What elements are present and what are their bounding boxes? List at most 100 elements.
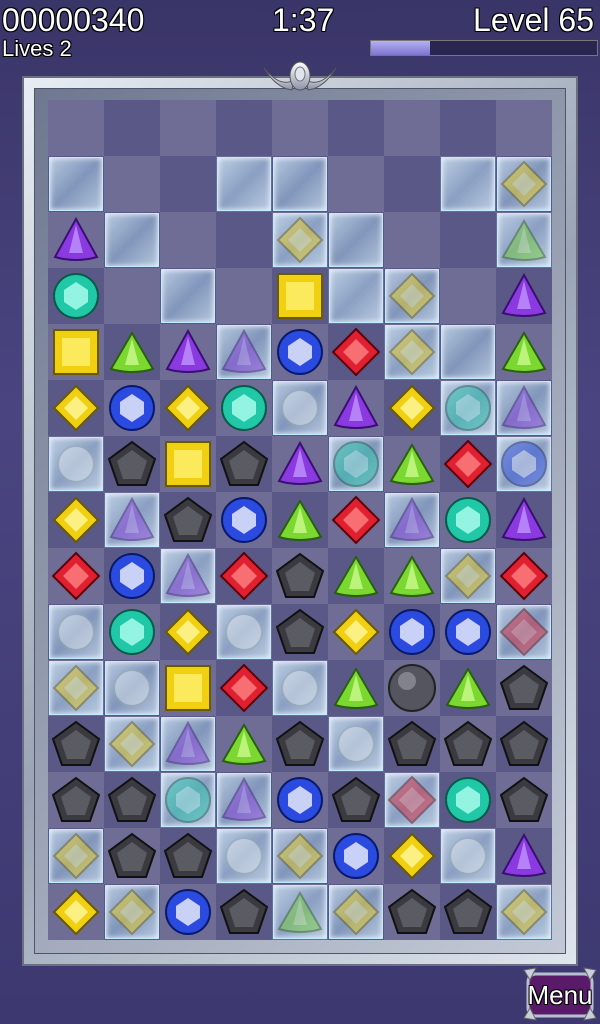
board-cell[interactable]	[216, 884, 272, 940]
board-cell[interactable]	[160, 156, 216, 212]
board-cell[interactable]	[216, 716, 272, 772]
board-cell[interactable]	[160, 268, 216, 324]
board-cell[interactable]	[48, 548, 104, 604]
board-cell[interactable]	[496, 156, 552, 212]
board-cell[interactable]	[216, 156, 272, 212]
board-cell[interactable]	[384, 268, 440, 324]
board-cell[interactable]	[328, 324, 384, 380]
board-cell[interactable]	[48, 828, 104, 884]
board-cell[interactable]	[272, 156, 328, 212]
board-cell[interactable]	[440, 324, 496, 380]
board-cell[interactable]	[104, 156, 160, 212]
menu-button[interactable]: Menu	[522, 966, 598, 1022]
board-cell[interactable]	[384, 772, 440, 828]
board-cell[interactable]	[328, 436, 384, 492]
board-cell[interactable]	[48, 884, 104, 940]
board-cell[interactable]	[328, 772, 384, 828]
board-cell[interactable]	[272, 492, 328, 548]
board-cell[interactable]	[328, 212, 384, 268]
board-cell[interactable]	[496, 380, 552, 436]
board-cell[interactable]	[440, 268, 496, 324]
board-cell[interactable]	[328, 884, 384, 940]
board-cell[interactable]	[104, 548, 160, 604]
board-cell[interactable]	[496, 716, 552, 772]
board-cell[interactable]	[496, 772, 552, 828]
board-cell[interactable]	[48, 772, 104, 828]
board-cell[interactable]	[384, 828, 440, 884]
board-cell[interactable]	[216, 660, 272, 716]
board-cell[interactable]	[440, 604, 496, 660]
board-cell[interactable]	[440, 884, 496, 940]
board-cell[interactable]	[384, 100, 440, 156]
board-cell[interactable]	[48, 324, 104, 380]
board-cell[interactable]	[216, 436, 272, 492]
board-cell[interactable]	[104, 380, 160, 436]
board-cell[interactable]	[160, 100, 216, 156]
board-cell[interactable]	[104, 772, 160, 828]
board-cell[interactable]	[384, 156, 440, 212]
board-cell[interactable]	[48, 716, 104, 772]
board-cell[interactable]	[104, 884, 160, 940]
board-cell[interactable]	[48, 100, 104, 156]
board-cell[interactable]	[216, 604, 272, 660]
board-cell[interactable]	[104, 604, 160, 660]
board-cell[interactable]	[496, 604, 552, 660]
board-cell[interactable]	[384, 884, 440, 940]
board-cell[interactable]	[272, 548, 328, 604]
board-cell[interactable]	[496, 660, 552, 716]
board-cell[interactable]	[160, 380, 216, 436]
board-cell[interactable]	[440, 156, 496, 212]
board-cell[interactable]	[104, 492, 160, 548]
board-cell[interactable]	[104, 660, 160, 716]
board-cell[interactable]	[440, 660, 496, 716]
board-cell[interactable]	[272, 884, 328, 940]
board-cell[interactable]	[272, 268, 328, 324]
board-cell[interactable]	[272, 716, 328, 772]
board-cell[interactable]	[160, 324, 216, 380]
board-cell[interactable]	[216, 100, 272, 156]
board-cell[interactable]	[384, 380, 440, 436]
board-cell[interactable]	[496, 268, 552, 324]
board-cell[interactable]	[384, 324, 440, 380]
board-cell[interactable]	[496, 436, 552, 492]
board-cell[interactable]	[384, 716, 440, 772]
board-cell[interactable]	[48, 492, 104, 548]
board-cell[interactable]	[384, 436, 440, 492]
board-cell[interactable]	[496, 884, 552, 940]
board-cell[interactable]	[496, 548, 552, 604]
board-cell[interactable]	[160, 436, 216, 492]
board-cell[interactable]	[272, 324, 328, 380]
board-cell[interactable]	[440, 436, 496, 492]
board-cell[interactable]	[216, 380, 272, 436]
board-cell[interactable]	[496, 324, 552, 380]
board-cell[interactable]	[440, 100, 496, 156]
board-cell[interactable]	[272, 212, 328, 268]
board-cell[interactable]	[48, 380, 104, 436]
board-cell[interactable]	[160, 212, 216, 268]
board-cell[interactable]	[328, 156, 384, 212]
board-cell[interactable]	[496, 212, 552, 268]
board-cell[interactable]	[440, 212, 496, 268]
board-cell[interactable]	[160, 604, 216, 660]
board-cell[interactable]	[272, 660, 328, 716]
board-cell[interactable]	[328, 492, 384, 548]
board-cell[interactable]	[160, 716, 216, 772]
board-cell[interactable]	[328, 100, 384, 156]
board-cell[interactable]	[384, 212, 440, 268]
board-cell[interactable]	[496, 828, 552, 884]
board-cell[interactable]	[160, 828, 216, 884]
board-cell[interactable]	[272, 100, 328, 156]
board-cell[interactable]	[216, 548, 272, 604]
board-cell[interactable]	[216, 772, 272, 828]
board-cell[interactable]	[440, 380, 496, 436]
board-cell[interactable]	[216, 828, 272, 884]
board-cell[interactable]	[160, 660, 216, 716]
board-cell[interactable]	[440, 716, 496, 772]
board-cell[interactable]	[104, 212, 160, 268]
board-cell[interactable]	[104, 268, 160, 324]
board-cell[interactable]	[440, 828, 496, 884]
board-cell[interactable]	[104, 828, 160, 884]
board-cell[interactable]	[328, 716, 384, 772]
board-cell[interactable]	[496, 100, 552, 156]
board-cell[interactable]	[440, 492, 496, 548]
